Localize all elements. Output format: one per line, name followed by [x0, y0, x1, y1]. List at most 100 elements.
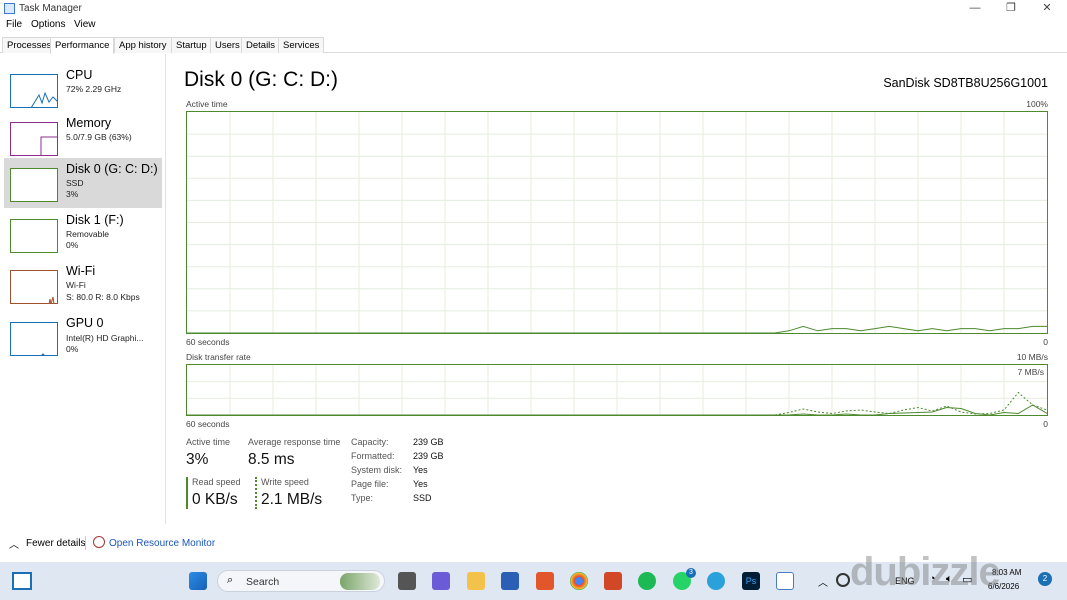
volume-icon[interactable]: 🔈︎ — [946, 573, 953, 586]
sidebar-item-sub: 72% 2.29 GHz — [66, 84, 122, 94]
footer-bar: ︿ Fewer details Open Resource Monitor — [0, 532, 1067, 554]
language-indicator[interactable]: ENG — [895, 576, 915, 586]
task-view-icon[interactable] — [398, 572, 416, 590]
clock-date[interactable]: 6/6/2026 — [988, 582, 1019, 591]
stat-active-time-label: Active time — [186, 437, 231, 447]
photoshop-icon[interactable]: Ps — [742, 572, 760, 590]
menu-view[interactable]: View — [74, 19, 96, 30]
active-time-label: Active time — [186, 99, 228, 109]
info-system-disk: Yes — [413, 465, 428, 475]
tab-details[interactable]: Details — [241, 37, 281, 53]
read-speed-indicator — [186, 477, 188, 509]
sidebar-item-sub: 5.0/7.9 GB (63%) — [66, 132, 132, 142]
sidebar-item-sub: SSD — [66, 178, 84, 188]
task-manager-icon — [4, 3, 15, 14]
tab-startup[interactable]: Startup — [171, 37, 212, 53]
wifi-thumbnail-graph — [10, 270, 58, 304]
transfer-rate-mid: 7 MB/s — [1017, 367, 1044, 377]
disk1-thumbnail-graph — [10, 219, 58, 253]
tab-app-history[interactable]: App history — [114, 37, 172, 53]
whatsapp-badge: 3 — [686, 568, 696, 578]
info-type-label: Type: — [351, 493, 374, 503]
sidebar-item-wifi[interactable]: Wi-Fi Wi-Fi S: 80.0 R: 8.0 Kbps — [4, 260, 162, 310]
memory-thumbnail-graph — [10, 122, 58, 156]
search-icon: ⌕ — [227, 574, 234, 586]
transfer-rate-max: 10 MB/s — [1016, 352, 1048, 362]
sidebar-item-disk0[interactable]: Disk 0 (G: C: D:) SSD 3% — [4, 158, 162, 208]
clock-time[interactable]: 8:03 AM — [992, 568, 1021, 577]
whatsapp-icon[interactable]: 3 — [673, 568, 696, 590]
sidebar-item-sub2: 3% — [66, 189, 79, 199]
sidebar-item-title: CPU — [66, 68, 93, 82]
powerpoint-icon[interactable] — [604, 572, 622, 590]
file-explorer-icon[interactable] — [467, 572, 485, 590]
stat-read-label: Read speed — [192, 477, 241, 487]
fewer-details-link[interactable]: Fewer details — [26, 538, 85, 549]
sidebar-item-title: Wi-Fi — [66, 264, 96, 278]
onedrive-icon[interactable] — [836, 573, 850, 587]
write-speed-indicator — [255, 477, 257, 509]
sidebar-item-sub2: 0% — [66, 240, 79, 250]
disk-detail-panel: Disk 0 (G: C: D:) SanDisk SD8TB8U256G100… — [176, 54, 1056, 524]
title-bar: Task Manager — ❐ ✕ — [0, 0, 1067, 18]
gpu-thumbnail-graph — [10, 322, 58, 356]
brave-browser-icon[interactable] — [536, 572, 554, 590]
sidebar-item-sub: Removable — [66, 229, 109, 239]
tab-processes[interactable]: Processes — [2, 37, 57, 53]
sidebar-item-sub2: 0% — [66, 344, 79, 354]
sidebar-item-sub: Wi-Fi — [66, 280, 86, 290]
menu-bar: File Options View — [0, 18, 1067, 34]
task-manager-taskbar-icon[interactable] — [776, 572, 794, 590]
resource-sidebar: CPU 72% 2.29 GHz Memory 5.0/7.9 GB (63%)… — [0, 54, 166, 524]
info-formatted: 239 GB — [413, 451, 444, 461]
chat-icon[interactable] — [432, 572, 450, 590]
menu-file[interactable]: File — [6, 19, 22, 30]
chrome-icon[interactable] — [570, 572, 588, 590]
taskbar-search[interactable]: ⌕ Search — [217, 570, 385, 592]
stat-write-label: Write speed — [261, 477, 309, 487]
transfer-rate-chart — [187, 365, 1048, 416]
widgets-icon[interactable] — [12, 572, 32, 590]
menu-options[interactable]: Options — [31, 19, 65, 30]
close-button[interactable]: ✕ — [1032, 1, 1062, 17]
tab-performance[interactable]: Performance — [50, 37, 115, 54]
active-time-chart — [187, 112, 1047, 334]
notification-badge[interactable]: 2 — [1038, 572, 1052, 586]
stat-write: 2.1 MB/s — [261, 491, 323, 508]
sidebar-item-title: Memory — [66, 116, 112, 130]
tab-users[interactable]: Users — [210, 37, 245, 53]
spotify-icon[interactable] — [638, 572, 656, 590]
dubizzle-watermark: dubizzle — [850, 550, 1001, 594]
start-windows-icon[interactable] — [189, 572, 207, 590]
active-time-max: 100% — [1026, 99, 1048, 109]
wifi-icon[interactable]: ◔ — [929, 573, 936, 585]
store-icon[interactable] — [501, 572, 519, 590]
graph2-time-label: 60 seconds — [186, 419, 230, 429]
battery-icon[interactable]: ▭ — [962, 573, 972, 586]
open-resource-monitor-link[interactable]: Open Resource Monitor — [109, 538, 215, 549]
page-title: Disk 0 (G: C: D:) — [184, 68, 339, 91]
sidebar-item-cpu[interactable]: CPU 72% 2.29 GHz — [4, 64, 162, 114]
disk0-thumbnail-graph — [10, 168, 58, 202]
sidebar-item-sub: Intel(R) HD Graphi... — [66, 333, 144, 343]
telegram-icon[interactable] — [707, 572, 725, 590]
stat-read: 0 KB/s — [192, 491, 238, 508]
minimize-button[interactable]: — — [960, 1, 990, 17]
sidebar-item-memory[interactable]: Memory 5.0/7.9 GB (63%) — [4, 112, 162, 162]
sidebar-item-gpu[interactable]: GPU 0 Intel(R) HD Graphi... 0% — [4, 312, 162, 362]
stat-avg-response-label: Average response time — [248, 437, 341, 447]
tab-services[interactable]: Services — [278, 37, 325, 53]
taskbar: ⌕ Search 3 Ps ︿ ENG ◔ 🔈︎ ▭ 8:03 AM 6/6/2… — [0, 550, 1067, 600]
sidebar-item-disk1[interactable]: Disk 1 (F:) Removable 0% — [4, 209, 162, 259]
chevron-up-icon[interactable]: ︿ — [818, 574, 828, 589]
info-capacity-label: Capacity: — [351, 437, 389, 447]
window-title: Task Manager — [19, 3, 82, 14]
graph2-zero-label: 0 — [1043, 419, 1048, 429]
sidebar-item-title: Disk 0 (G: C: D:) — [66, 162, 158, 176]
sidebar-item-title: Disk 1 (F:) — [66, 213, 124, 227]
info-formatted-label: Formatted: — [351, 451, 395, 461]
active-time-graph — [186, 111, 1048, 334]
maximize-button[interactable]: ❐ — [996, 1, 1026, 17]
cpu-thumbnail-graph — [10, 74, 58, 108]
chevron-up-icon[interactable]: ︿ — [9, 536, 19, 551]
